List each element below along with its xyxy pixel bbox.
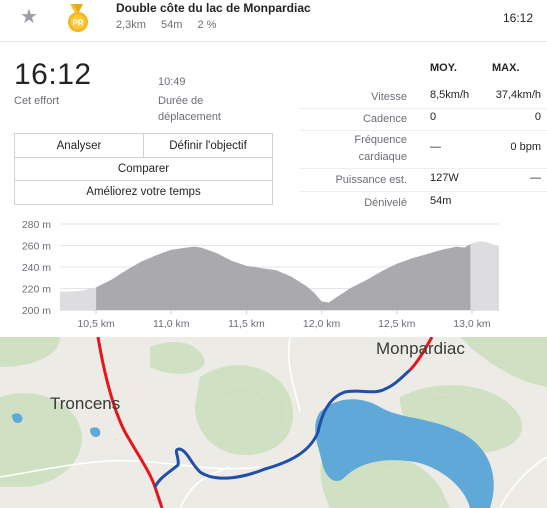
speed-max: 37,4km/h — [495, 89, 541, 101]
effort-time-label: Cet effort — [14, 95, 60, 107]
moving-time-label: Durée de déplacement — [158, 95, 221, 123]
speed-label: Vitesse — [371, 91, 407, 103]
segment-name[interactable]: Double côte du lac de Monpardiac — [116, 1, 311, 15]
y-tick-label: 200 m — [22, 305, 51, 317]
pr-medal-icon: PR — [68, 4, 88, 32]
town-label-monpardiac: Monpardiac — [376, 339, 465, 358]
segment-elevation: 54m — [161, 19, 183, 31]
improve-time-button[interactable]: Améliorez votre temps — [15, 181, 272, 204]
max-column-header: MAX. — [492, 62, 520, 74]
set-goal-button[interactable]: Définir l'objectif — [144, 134, 272, 158]
row-divider — [300, 108, 547, 109]
x-axis-labels: 10,5 km 11,0 km 11,5 km 12,0 km 12,5 km 13,0 … — [77, 318, 490, 330]
row-divider — [300, 191, 547, 192]
power-max: — — [530, 172, 541, 184]
segment-stats: 2,3km 54m 2 % — [116, 19, 228, 31]
power-label: Puissance est. — [335, 174, 407, 186]
avg-column-header: MOY. — [430, 62, 457, 74]
moving-time: 10:49 — [158, 76, 186, 88]
x-tick-label: 10,5 km — [77, 318, 115, 330]
segment-grade: 2 % — [197, 19, 217, 31]
elevation-area-segment — [96, 241, 471, 310]
segment-time: 16:12 — [502, 11, 533, 25]
segment-distance: 2,3km — [116, 19, 146, 31]
heart-rate-max: 0 bpm — [510, 141, 541, 153]
segment-map[interactable]: Troncens Monpardiac — [0, 337, 547, 508]
x-tick-label: 12,0 km — [303, 318, 341, 330]
town-label-troncens: Troncens — [50, 394, 120, 413]
heart-rate-label: Fréquence cardiaque — [354, 134, 407, 163]
elevation-chart[interactable]: 280 m 260 m 240 m 220 m 200 m 10,5 km 11,0 km… — [0, 214, 547, 336]
elevation-label: Dénivelé — [364, 197, 407, 209]
medal-label: PR — [72, 19, 83, 28]
y-tick-label: 280 m — [22, 219, 51, 231]
x-tick-label: 11,5 km — [228, 318, 265, 330]
cadence-max: 0 — [534, 111, 541, 123]
y-axis-labels: 280 m 260 m 240 m 220 m 200 m — [22, 219, 51, 317]
y-tick-label: 220 m — [22, 284, 51, 296]
elevation-avg: 54m — [430, 195, 452, 207]
segment-header: ★ PR Double côte du lac de Monpardiac 2,… — [0, 0, 547, 42]
heart-rate-avg: — — [430, 141, 441, 153]
row-divider — [300, 168, 547, 169]
power-avg: 127W — [430, 172, 459, 184]
y-tick-label: 240 m — [22, 262, 51, 274]
x-tick-label: 11,0 km — [153, 318, 190, 330]
speed-avg: 8,5km/h — [430, 89, 470, 101]
analyze-button[interactable]: Analyser — [15, 134, 144, 158]
action-buttons: Analyser Définir l'objectif Comparer Amé… — [14, 133, 273, 205]
compare-button[interactable]: Comparer — [15, 158, 272, 181]
elevation-area-after — [470, 241, 499, 310]
cadence-label: Cadence — [362, 113, 407, 125]
y-tick-label: 260 m — [22, 241, 51, 253]
effort-time: 16:12 — [14, 58, 92, 91]
x-tick-label: 13,0 km — [453, 318, 491, 330]
x-tick-label: 12,5 km — [378, 318, 416, 330]
elevation-area-before — [60, 241, 97, 310]
cadence-avg: 0 — [430, 111, 437, 123]
row-divider — [300, 130, 547, 131]
star-icon[interactable]: ★ — [20, 4, 38, 29]
chart-area — [60, 241, 499, 310]
